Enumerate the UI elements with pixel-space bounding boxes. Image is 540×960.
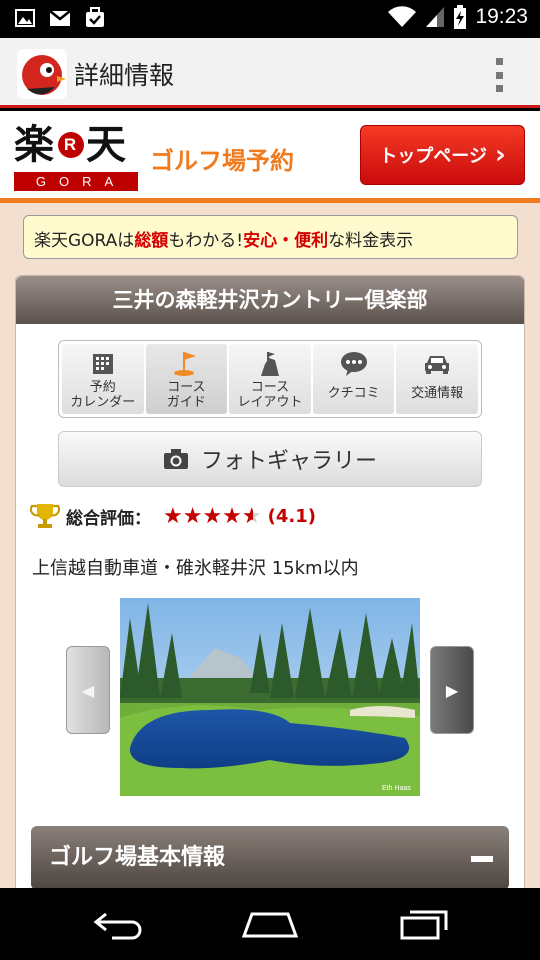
brand-header: 楽R天 GORA ゴルフ場予約 トップページ › [0, 111, 540, 203]
price-notice-banner: 楽天GORAは総額もわかる!安心・便利な料金表示 [23, 215, 518, 259]
tab-reviews[interactable]: クチコミ [312, 344, 395, 414]
tab-course-layout[interactable]: コース レイアウト [229, 344, 311, 414]
logo-text: 楽R天 [14, 121, 128, 168]
rating-score: (4.1) [267, 505, 316, 527]
tab-label: コース レイアウト [237, 380, 303, 410]
task-notification-icon [86, 7, 104, 27]
next-photo-button[interactable]: ▶ [430, 646, 474, 734]
rakuten-mascot-icon [17, 49, 67, 99]
back-icon[interactable] [92, 908, 148, 940]
tab-course-guide[interactable]: コース ガイド [145, 344, 228, 414]
service-name: ゴルフ場予約 [150, 147, 294, 175]
tab-label: 予約 カレンダー [70, 380, 136, 410]
battery-charging-icon [454, 5, 467, 29]
tab-reservation-calendar[interactable]: 予約 カレンダー [62, 344, 144, 414]
home-icon[interactable] [240, 908, 300, 940]
course-photo[interactable]: Eth Haas [120, 598, 420, 796]
tab-label: クチコミ [327, 386, 380, 401]
course-tabs: 予約 カレンダー コース ガイド コース レイアウト クチコミ 交通情報 [58, 340, 482, 418]
screen-title: 詳細情報 [74, 61, 175, 90]
calendar-icon [89, 350, 117, 378]
photo-gallery-button[interactable]: フォトギャラリー [58, 431, 482, 487]
rakuten-r-icon: R [58, 132, 84, 158]
overall-rating: 総合評価： ★★★★★ ★ (4.1) [30, 502, 316, 530]
wifi-icon [388, 6, 417, 27]
access-info: 上信越自動車道・碓氷軽井沢 15km以内 [32, 558, 359, 579]
arrow-left-icon: ◀ [81, 680, 95, 700]
photo-credit: Eth Haas [382, 785, 411, 792]
notice-highlight: 総額 [134, 231, 169, 251]
gora-label: GORA [14, 172, 138, 191]
notice-text: な料金表示 [328, 231, 414, 251]
rakuten-gora-logo[interactable]: 楽R天 GORA [14, 123, 138, 197]
tab-transport-info[interactable]: 交通情報 [396, 344, 478, 414]
car-icon [423, 350, 451, 378]
gmail-notification-icon [49, 10, 71, 26]
recent-apps-icon[interactable] [398, 908, 450, 940]
navigation-bar [0, 888, 540, 960]
notice-highlight: 安心・便利 [243, 231, 329, 251]
arrow-right-icon: ▶ [445, 680, 459, 700]
notice-text: 楽天GORAは [34, 231, 135, 251]
basic-info-section-header[interactable]: ゴルフ場基本情報 [31, 826, 509, 888]
notice-text: もわかる! [168, 231, 244, 251]
section-title: ゴルフ場基本情報 [49, 845, 226, 870]
camera-icon [163, 449, 188, 469]
top-page-button[interactable]: トップページ › [360, 125, 525, 185]
rating-label: 総合評価： [66, 508, 151, 529]
course-card: 三井の森軽井沢カントリー倶楽部 予約 カレンダー コース ガイド コース レイア… [15, 275, 525, 888]
status-bar: 19:23 [0, 0, 540, 38]
rating-stars: ★★★★★ ★ [163, 503, 262, 529]
photo-gallery-label: フォトギャラリー [200, 449, 377, 474]
tab-label: コース ガイド [166, 380, 206, 410]
trophy-icon [30, 504, 60, 528]
flag-icon [172, 350, 200, 378]
image-notification-icon [15, 9, 35, 27]
signal-icon [426, 7, 445, 27]
clock: 19:23 [475, 5, 528, 28]
overflow-menu-icon[interactable] [496, 58, 504, 92]
previous-photo-button[interactable]: ◀ [66, 646, 110, 734]
hole-layout-icon [256, 350, 284, 378]
page-content: 楽R天 GORA ゴルフ場予約 トップページ › 楽天GORAは総額もわかる!安… [0, 111, 540, 888]
app-bar: 詳細情報 [0, 38, 540, 108]
tab-label: 交通情報 [411, 386, 464, 401]
collapse-icon [471, 856, 493, 862]
top-page-label: トップページ [379, 146, 487, 167]
speech-bubble-icon [340, 350, 368, 378]
course-name: 三井の森軽井沢カントリー倶楽部 [16, 276, 524, 324]
chevron-right-icon: › [494, 140, 506, 170]
